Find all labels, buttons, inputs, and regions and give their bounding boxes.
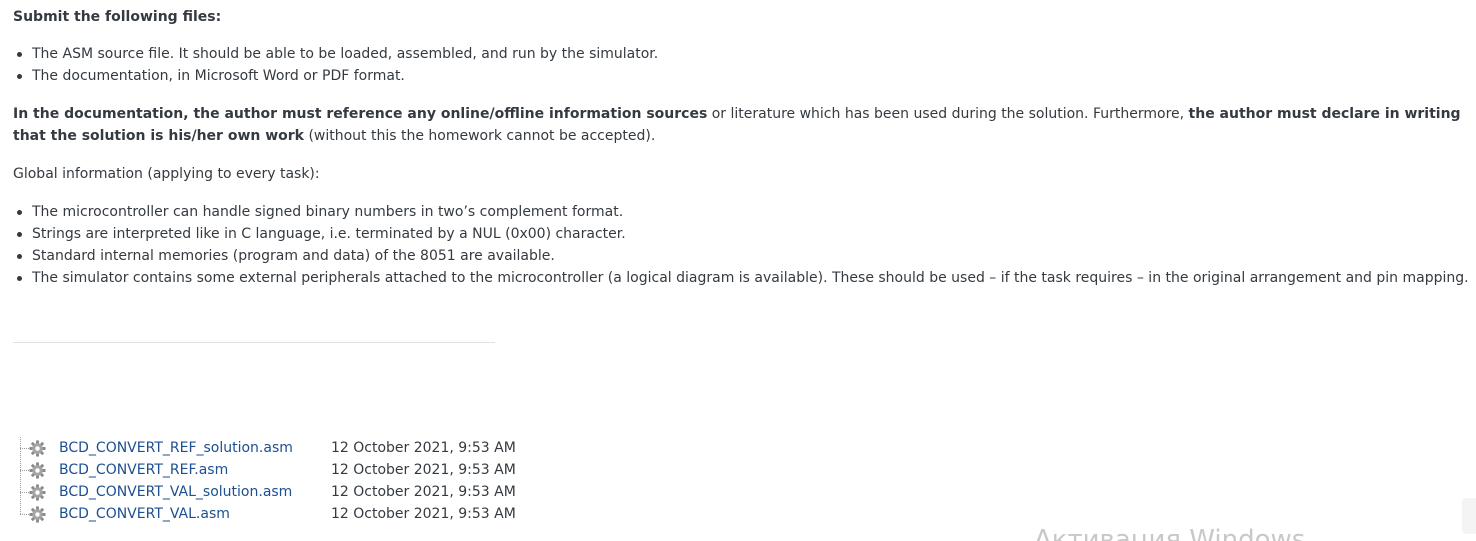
- list-item: The documentation, in Microsoft Word or …: [13, 65, 658, 87]
- file-date: 12 October 2021, 9:53 AM: [331, 484, 516, 500]
- global-info-list: The microcontroller can handle signed bi…: [13, 201, 1469, 289]
- submit-file-list: The ASM source file. It should be able t…: [13, 43, 658, 87]
- submit-heading: Submit the following files:: [13, 9, 222, 25]
- gear-icon: [29, 462, 46, 479]
- file-link[interactable]: BCD_CONVERT_REF.asm: [59, 459, 228, 481]
- file-link[interactable]: BCD_CONVERT_VAL_solution.asm: [59, 481, 292, 503]
- file-link[interactable]: BCD_CONVERT_VAL.asm: [59, 503, 230, 525]
- side-panel-tab[interactable]: [1462, 498, 1476, 534]
- gear-icon: [29, 440, 46, 457]
- file-date: 12 October 2021, 9:53 AM: [331, 440, 516, 456]
- gear-icon: [29, 506, 46, 523]
- file-row: BCD_CONVERT_REF.asm 12 October 2021, 9:5…: [17, 459, 517, 481]
- list-item: Strings are interpreted like in C langua…: [13, 223, 1469, 245]
- file-tree: BCD_CONVERT_REF_solution.asm 12 October …: [17, 437, 517, 525]
- windows-activation-watermark: Активация Windows: [1034, 525, 1306, 541]
- file-row: BCD_CONVERT_VAL.asm 12 October 2021, 9:5…: [17, 503, 517, 525]
- section-divider: [13, 342, 495, 343]
- global-info-intro: Global information (applying to every ta…: [13, 166, 320, 182]
- file-date: 12 October 2021, 9:53 AM: [331, 462, 516, 478]
- file-date: 12 October 2021, 9:53 AM: [331, 506, 516, 522]
- documentation-text: or literature which has been used during…: [707, 106, 1189, 122]
- documentation-paragraph: In the documentation, the author must re…: [13, 103, 1471, 147]
- gear-icon: [29, 484, 46, 501]
- documentation-text-end: (without this the homework cannot be acc…: [304, 128, 656, 144]
- list-item: Standard internal memories (program and …: [13, 245, 1469, 267]
- list-item: The simulator contains some external per…: [13, 267, 1469, 289]
- file-row: BCD_CONVERT_REF_solution.asm 12 October …: [17, 437, 517, 459]
- list-item: The ASM source file. It should be able t…: [13, 43, 658, 65]
- file-link[interactable]: BCD_CONVERT_REF_solution.asm: [59, 437, 293, 459]
- documentation-bold-sources: In the documentation, the author must re…: [13, 106, 708, 122]
- file-row: BCD_CONVERT_VAL_solution.asm 12 October …: [17, 481, 517, 503]
- list-item: The microcontroller can handle signed bi…: [13, 201, 1469, 223]
